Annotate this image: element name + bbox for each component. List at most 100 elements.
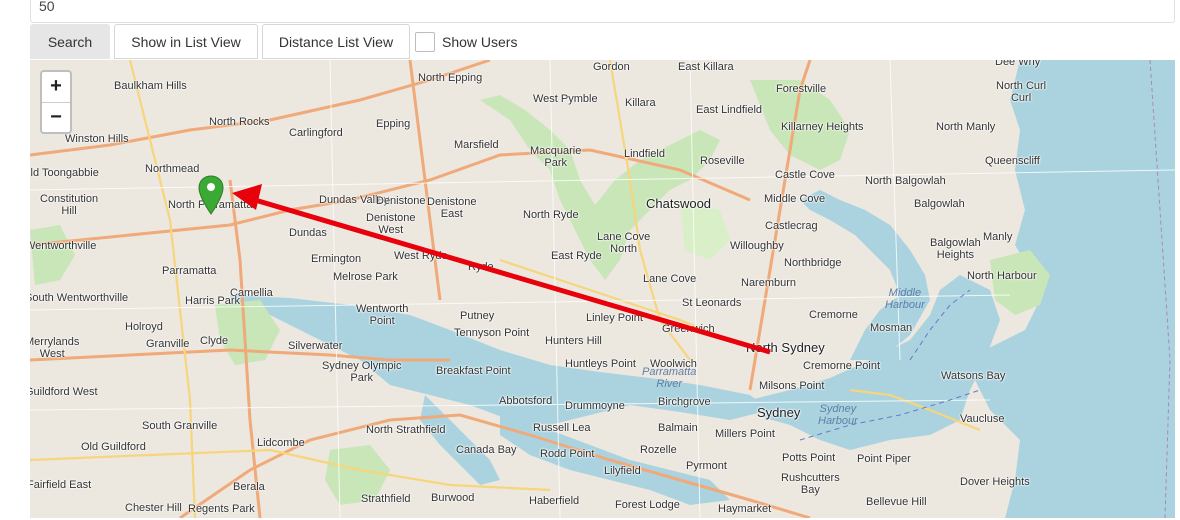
place-label: Winston Hills bbox=[65, 133, 129, 145]
place-label: Millers Point bbox=[715, 428, 775, 440]
zoom-in-button[interactable]: + bbox=[42, 72, 70, 102]
place-label: South Wentworthville bbox=[30, 292, 129, 304]
place-label: Marsfield bbox=[454, 139, 499, 151]
map-toolbar: Search Show in List View Distance List V… bbox=[30, 24, 1175, 60]
zoom-out-button[interactable]: − bbox=[42, 102, 70, 132]
place-label: Watsons Bay bbox=[941, 370, 1006, 382]
place-label: Forest Lodge bbox=[615, 499, 680, 511]
place-label: Fairfield East bbox=[30, 479, 92, 491]
place-label: Middle Cove bbox=[764, 193, 826, 205]
place-label: Balmain bbox=[658, 422, 698, 434]
place-label: Killara bbox=[625, 97, 656, 109]
place-label: Strathfield bbox=[361, 493, 411, 505]
place-label: Rushcutters Bay bbox=[781, 472, 840, 496]
place-label: Drummoyne bbox=[565, 400, 625, 412]
place-label: Lilyfield bbox=[604, 465, 641, 477]
place-label: Sydney bbox=[757, 405, 801, 420]
place-label: Old Guildford bbox=[81, 441, 146, 453]
place-label: Sydney Harbour bbox=[818, 403, 858, 427]
place-label: Burwood bbox=[431, 492, 475, 504]
place-label: Lane Cove bbox=[643, 273, 697, 285]
place-label: Northmead bbox=[145, 163, 200, 175]
distance-list-view-button[interactable]: Distance List View bbox=[262, 24, 410, 59]
place-label: Castlecrag bbox=[765, 220, 818, 232]
place-label: Breakfast Point bbox=[436, 365, 511, 377]
place-label: Potts Point bbox=[782, 452, 836, 464]
place-label: Queenscliff bbox=[985, 155, 1040, 167]
show-users-checkbox[interactable] bbox=[415, 32, 435, 52]
place-label: North Sydney bbox=[746, 340, 825, 355]
place-label: Abbotsford bbox=[499, 395, 553, 407]
place-label: Forestville bbox=[776, 83, 827, 95]
place-label: Vaucluse bbox=[960, 413, 1005, 425]
map-canvas[interactable]: Dee Why Gordon East Killara North Epping Nor… bbox=[30, 60, 1175, 518]
place-label: Tennyson Point bbox=[454, 327, 530, 339]
place-label: Ermington bbox=[311, 253, 362, 265]
place-label: Holroyd bbox=[125, 321, 163, 333]
place-label: Cremorne Point bbox=[803, 360, 881, 372]
place-label: Baulkham Hills bbox=[114, 80, 187, 92]
place-label: Lane Cove North bbox=[597, 231, 651, 255]
place-label: Gordon bbox=[593, 61, 630, 73]
place-label: Linley Point bbox=[586, 312, 643, 324]
show-list-view-button[interactable]: Show in List View bbox=[114, 24, 258, 59]
place-label: Ryde bbox=[468, 261, 494, 273]
show-users-toggle[interactable]: Show Users bbox=[415, 30, 517, 54]
search-button[interactable]: Search bbox=[30, 24, 110, 59]
place-label: West Pymble bbox=[533, 93, 598, 105]
place-label: Manly bbox=[983, 231, 1013, 243]
place-label: North Harbour bbox=[967, 270, 1037, 282]
place-label: Granville bbox=[146, 338, 190, 350]
place-label: Balgowlah bbox=[914, 198, 965, 210]
place-label: Wentworthville bbox=[30, 240, 97, 252]
place-label: Regents Park bbox=[188, 503, 255, 515]
place-label: Parramatta River bbox=[642, 366, 697, 390]
place-label: North Curl Curl bbox=[996, 80, 1047, 104]
place-label: Haberfield bbox=[529, 495, 580, 507]
place-label: Constitution Hill bbox=[40, 193, 99, 217]
place-label: Rodd Point bbox=[540, 448, 595, 460]
place-label: Wentworth Point bbox=[356, 303, 409, 327]
place-label: St Leonards bbox=[682, 297, 742, 309]
place-label: Hunters Hill bbox=[545, 335, 602, 347]
place-label: Chester Hill bbox=[125, 502, 182, 514]
place-label: East Killara bbox=[678, 61, 734, 73]
place-label: Sydney Olympic Park bbox=[322, 360, 402, 384]
place-label: Clyde bbox=[200, 335, 229, 347]
place-label: Epping bbox=[376, 118, 411, 130]
place-label: Lindfield bbox=[624, 148, 665, 160]
place-label: North Manly bbox=[936, 121, 996, 133]
place-label: Naremburn bbox=[741, 277, 797, 289]
place-label: Putney bbox=[460, 310, 495, 322]
place-label: Mosman bbox=[870, 322, 913, 334]
place-label: Roseville bbox=[700, 155, 745, 167]
place-label: Macquarie Park bbox=[530, 145, 582, 169]
place-label: Middle Harbour bbox=[885, 287, 925, 311]
place-label: Huntleys Point bbox=[565, 358, 636, 370]
place-label: North Epping bbox=[418, 72, 483, 84]
place-label: Lidcombe bbox=[257, 437, 305, 449]
place-label: Willoughby bbox=[730, 240, 784, 252]
place-label: Harris Park bbox=[185, 295, 241, 307]
radius-input[interactable]: 50 bbox=[30, 0, 1175, 23]
place-label: Point Piper bbox=[857, 453, 911, 465]
place-label: Castle Cove bbox=[775, 169, 835, 181]
place-label: Birchgrove bbox=[658, 396, 711, 408]
place-label: Denistone West bbox=[366, 212, 416, 236]
place-label: Old Toongabbie bbox=[30, 167, 99, 179]
place-label: East Ryde bbox=[551, 250, 602, 262]
place-label: Dundas bbox=[289, 227, 327, 239]
place-label: Pyrmont bbox=[686, 460, 727, 472]
place-label: North Balgowlah bbox=[865, 175, 946, 187]
place-label: Balgowlah Heights bbox=[930, 237, 981, 261]
location-marker-icon[interactable] bbox=[198, 175, 224, 215]
place-label: East Lindfield bbox=[696, 104, 763, 116]
place-label: North Ryde bbox=[523, 209, 579, 221]
place-label: Canada Bay bbox=[456, 444, 517, 456]
place-label: Greenwich bbox=[662, 323, 715, 335]
place-label: Chatswood bbox=[646, 196, 712, 211]
place-label: North Strathfield bbox=[366, 424, 446, 436]
place-label: Berala bbox=[233, 481, 265, 493]
place-label: Denistone East bbox=[427, 196, 477, 220]
place-label: North Rocks bbox=[209, 116, 270, 128]
